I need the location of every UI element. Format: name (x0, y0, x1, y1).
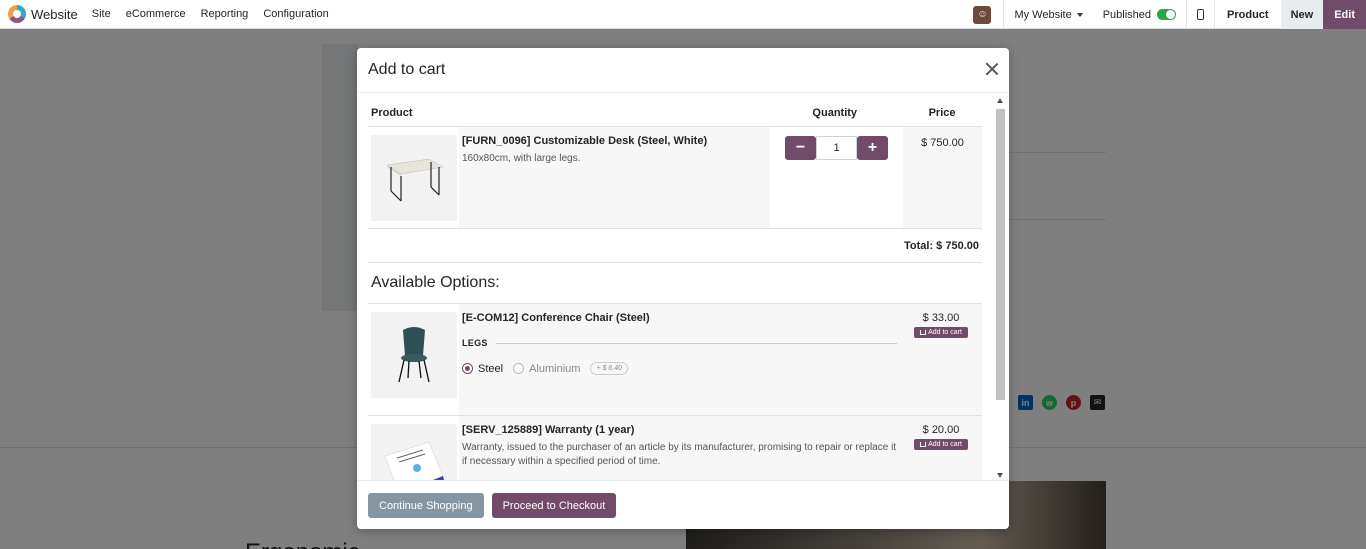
option-price: $ 33.00 (922, 312, 960, 324)
continue-shopping-button[interactable]: Continue Shopping (368, 493, 484, 518)
product-name: [FURN_0096] Customizable Desk (Steel, Wh… (462, 135, 708, 147)
increase-quantity-button[interactable]: + (857, 136, 888, 160)
desk-image (371, 135, 457, 221)
cart-icon (920, 442, 927, 447)
add-to-cart-label: Add to cart (928, 441, 962, 448)
scroll-up-arrow-icon[interactable] (997, 98, 1003, 103)
modal-header: Add to cart (357, 48, 1009, 93)
option-description: Warranty, issued to the purchaser of an … (462, 442, 897, 467)
scrollbar-thumb[interactable] (996, 109, 1005, 400)
menu-ecommerce[interactable]: eCommerce (126, 8, 186, 20)
add-option-to-cart-button[interactable]: Add to cart (914, 327, 968, 338)
total-amount: Total: $ 750.00 (368, 229, 982, 263)
column-quantity: Quantity (812, 107, 858, 119)
menu-reporting[interactable]: Reporting (201, 8, 249, 20)
menu-site[interactable]: Site (92, 8, 111, 20)
navbar-right: ☺ My Website Published Product New Edit (973, 0, 1366, 29)
product-menu[interactable]: Product (1215, 0, 1281, 29)
edit-button[interactable]: Edit (1323, 0, 1366, 29)
column-product: Product (371, 107, 413, 119)
option-info-cell: [SERV_125889] Warranty (1 year) Warranty… (459, 416, 900, 480)
option-name: [SERV_125889] Warranty (1 year) (462, 424, 635, 436)
column-price: Price (928, 107, 956, 119)
product-info-cell: [FURN_0096] Customizable Desk (Steel, Wh… (459, 127, 770, 228)
option-row: [E-COM12] Conference Chair (Steel) LEGS … (368, 304, 982, 416)
modal-title: Add to cart (368, 61, 446, 78)
modal-footer: Continue Shopping Proceed to Checkout (357, 480, 1009, 529)
product-image-cell (368, 127, 459, 228)
decrease-quantity-button[interactable]: − (785, 136, 816, 160)
mobile-preview-button[interactable] (1187, 0, 1214, 29)
radio-label-aluminium[interactable]: Aluminium (529, 363, 580, 375)
close-icon[interactable] (985, 62, 999, 76)
option-image-cell (368, 416, 459, 480)
mobile-icon (1197, 9, 1205, 20)
divider (495, 342, 897, 344)
price-extra-badge: + $ 6.40 (590, 362, 628, 375)
table-header: Product Quantity Price (368, 94, 982, 127)
option-image-cell (368, 304, 459, 405)
user-avatar[interactable]: ☺ (973, 5, 992, 24)
menu-configuration[interactable]: Configuration (263, 8, 328, 20)
cart-icon (920, 330, 927, 335)
add-to-cart-modal: Add to cart Product Quantity Price [FURN… (357, 48, 1009, 529)
brand-name: Website (31, 6, 78, 22)
quantity-cell: − 1 + (770, 127, 903, 228)
proceed-to-checkout-button[interactable]: Proceed to Checkout (491, 493, 617, 518)
product-price: $ 750.00 (903, 127, 982, 228)
new-button[interactable]: New (1280, 0, 1324, 29)
website-logo-icon (8, 5, 26, 23)
product-description: 160x80cm, with large legs. (462, 153, 581, 164)
radio-steel[interactable] (462, 363, 473, 374)
website-navbar: Website Site eCommerce Reporting Configu… (0, 0, 1366, 29)
option-price: $ 20.00 (922, 424, 960, 436)
option-price-cell: $ 33.00 Add to cart (900, 304, 982, 415)
option-price-cell: $ 20.00 Add to cart (900, 416, 982, 480)
add-option-to-cart-button[interactable]: Add to cart (914, 439, 968, 450)
radio-label-steel[interactable]: Steel (478, 363, 503, 375)
attribute-header: LEGS (462, 338, 897, 348)
scroll-down-arrow-icon[interactable] (997, 473, 1003, 478)
published-label: Published (1102, 8, 1152, 21)
attribute-values: Steel Aluminium + $ 6.40 (462, 362, 897, 375)
option-info-cell: [E-COM12] Conference Chair (Steel) LEGS … (459, 304, 900, 415)
radio-aluminium[interactable] (513, 363, 525, 374)
website-selector[interactable]: My Website (1004, 0, 1092, 29)
quantity-input[interactable]: 1 (816, 136, 857, 160)
caret-down-icon (1076, 12, 1083, 17)
toggle-switch-icon (1157, 9, 1177, 20)
option-name: [E-COM12] Conference Chair (Steel) (462, 312, 650, 324)
quantity-stepper: − 1 + (785, 136, 888, 160)
chair-image (371, 312, 457, 398)
available-options-title: Available Options: (368, 263, 982, 304)
add-to-cart-label: Add to cart (928, 329, 962, 336)
website-brand[interactable]: Website (0, 5, 78, 23)
attribute-label: LEGS (462, 338, 488, 348)
modal-body: Product Quantity Price [FURN_0096] Custo… (368, 94, 982, 480)
option-row: [SERV_125889] Warranty (1 year) Warranty… (368, 416, 982, 480)
warranty-image (371, 424, 457, 480)
modal-scrollbar[interactable] (995, 96, 1006, 480)
published-toggle[interactable]: Published (1093, 0, 1186, 29)
main-product-row: [FURN_0096] Customizable Desk (Steel, Wh… (368, 127, 982, 229)
website-selector-label: My Website (1014, 8, 1072, 21)
